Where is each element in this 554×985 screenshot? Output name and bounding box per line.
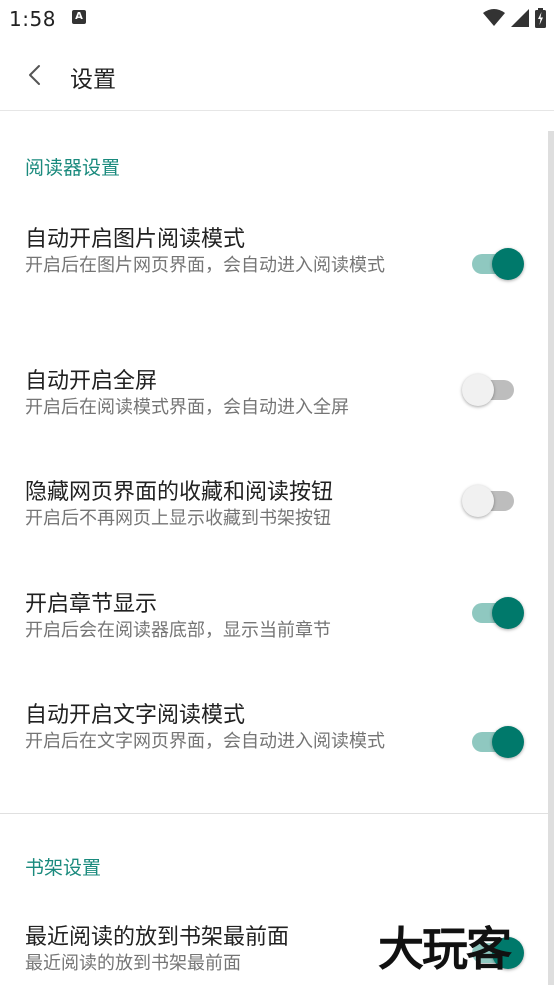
chevron-left-icon	[29, 65, 40, 85]
section-divider	[0, 813, 548, 814]
toggle-switch[interactable]	[460, 481, 526, 521]
pref-title: 开启章节显示	[25, 592, 158, 617]
pref-auto-fullscreen[interactable]: 自动开启全屏 开启后在阅读模式界面，会自动进入全屏	[0, 363, 548, 433]
toggle-switch[interactable]	[460, 244, 526, 284]
wifi-icon	[483, 9, 505, 26]
settings-list[interactable]: 阅读器设置 自动开启图片阅读模式 开启后在图片网页界面，会自动进入阅读模式 自动…	[0, 111, 554, 985]
pref-title: 自动开启文字阅读模式	[25, 703, 246, 728]
pref-title: 最近阅读的放到书架最前面	[25, 925, 290, 950]
app-bar: 设置	[0, 40, 554, 111]
pref-summary: 开启后在文字网页界面，会自动进入阅读模式	[25, 731, 385, 752]
page-title: 设置	[70, 67, 116, 93]
pref-summary: 开启后在阅读模式界面，会自动进入全屏	[25, 397, 349, 418]
pref-title: 自动开启图片阅读模式	[25, 227, 246, 252]
back-button[interactable]	[14, 54, 56, 96]
section-header-bookshelf: 书架设置	[25, 857, 102, 879]
status-bar: 1:58 A	[0, 0, 554, 40]
pref-chapter-display[interactable]: 开启章节显示 开启后会在阅读器底部，显示当前章节	[0, 586, 548, 656]
battery-charging-icon	[535, 8, 546, 28]
switch-thumb	[492, 726, 524, 758]
pref-hide-favorite-read-buttons[interactable]: 隐藏网页界面的收藏和阅读按钮 开启后不再网页上显示收藏到书架按钮	[0, 474, 548, 544]
switch-thumb	[462, 485, 494, 517]
scrollbar[interactable]	[548, 131, 554, 985]
switch-thumb	[462, 374, 494, 406]
a-notification-icon: A	[72, 10, 86, 24]
pref-summary: 开启后在图片网页界面，会自动进入阅读模式	[25, 255, 385, 276]
status-time: 1:58	[9, 7, 56, 31]
pref-summary: 开启后不再网页上显示收藏到书架按钮	[25, 508, 331, 529]
toggle-switch[interactable]	[460, 370, 526, 410]
pref-auto-image-reading-mode[interactable]: 自动开启图片阅读模式 开启后在图片网页界面，会自动进入阅读模式	[0, 221, 548, 321]
pref-summary: 开启后会在阅读器底部，显示当前章节	[25, 620, 331, 641]
watermark-logo: 大玩客	[378, 922, 512, 976]
pref-title: 隐藏网页界面的收藏和阅读按钮	[25, 480, 334, 505]
switch-thumb	[492, 248, 524, 280]
switch-thumb	[492, 597, 524, 629]
section-header-reader: 阅读器设置	[25, 157, 121, 179]
pref-title: 自动开启全屏	[25, 369, 158, 394]
toggle-switch[interactable]	[460, 593, 526, 633]
toggle-switch[interactable]	[460, 722, 526, 762]
pref-auto-text-reading-mode[interactable]: 自动开启文字阅读模式 开启后在文字网页界面，会自动进入阅读模式	[0, 697, 548, 797]
pref-summary: 最近阅读的放到书架最前面	[25, 953, 241, 974]
signal-icon	[511, 9, 529, 27]
status-icons	[483, 6, 546, 30]
